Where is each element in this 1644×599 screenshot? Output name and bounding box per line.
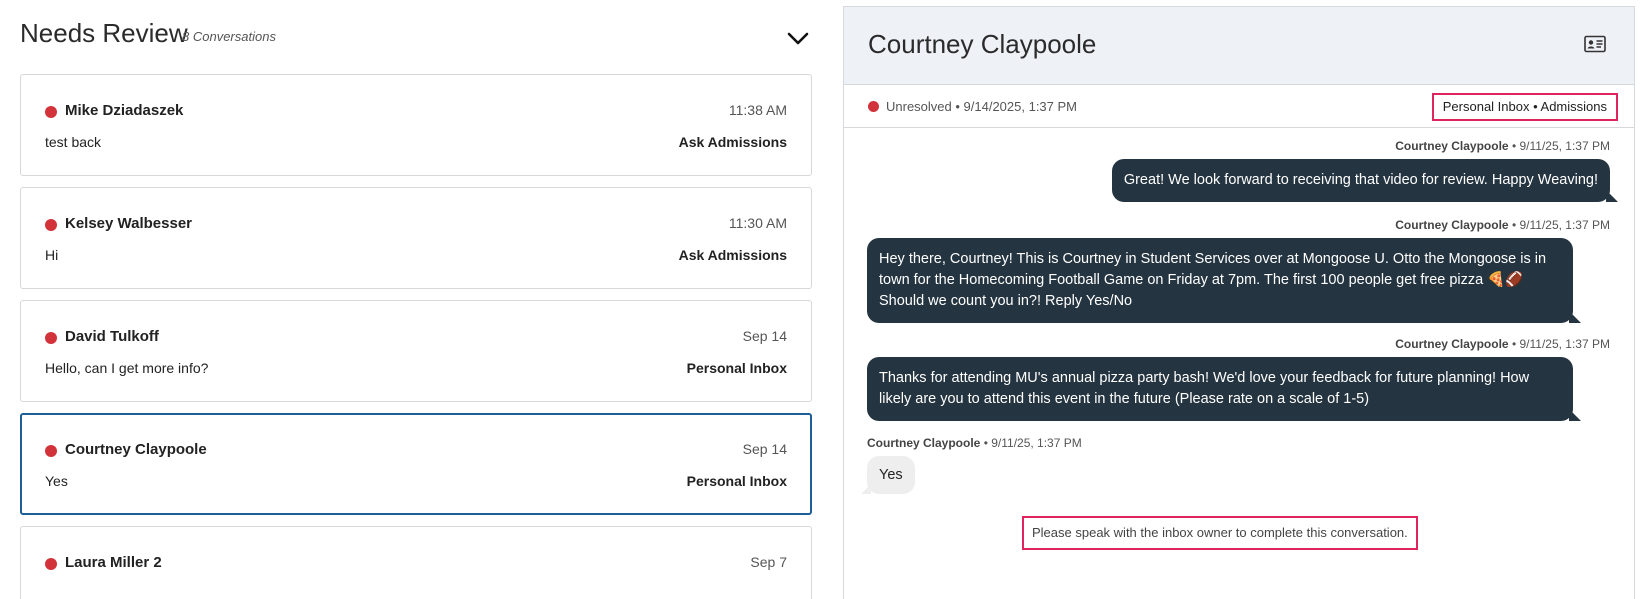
conversation-list-panel: Needs Review 8 Conversations Mike Dziada… <box>20 0 812 599</box>
contact-name: Mike Dziadaszek <box>65 102 184 119</box>
inbox-name: Personal Inbox <box>686 360 787 376</box>
contact-title: Courtney Claypoole <box>868 29 1097 59</box>
contact-name: Laura Miller 2 <box>65 554 162 571</box>
message-preview: Yes <box>45 473 68 489</box>
chevron-down-icon[interactable] <box>786 28 810 48</box>
message-preview: Hello, can I get more info? <box>45 360 209 376</box>
message-preview: Hi <box>45 247 59 263</box>
inbox-name: Personal Inbox <box>686 473 787 489</box>
message-sender: Courtney Claypoole <box>1395 337 1509 351</box>
inbox-name: Ask Admissions <box>678 134 787 150</box>
outgoing-message: Thanks for attending MU's annual pizza p… <box>867 357 1581 421</box>
message-time: Sep 7 <box>750 554 787 570</box>
message-timestamp: • 9/11/25, 1:37 PM <box>1511 218 1610 232</box>
message-timestamp: • 9/11/25, 1:37 PM <box>983 436 1082 450</box>
unresolved-status-dot <box>868 101 879 112</box>
message-meta: Courtney Claypoole • 9/11/25, 1:37 PM <box>1395 218 1610 232</box>
message-meta: Courtney Claypoole • 9/11/25, 1:37 PM <box>867 436 1082 450</box>
conversation-card[interactable]: Laura Miller 2 Sep 7 <box>20 526 812 599</box>
contact-name: Kelsey Walbesser <box>65 215 193 232</box>
contact-name: Courtney Claypoole <box>65 441 207 458</box>
unresolved-status-dot <box>45 558 57 570</box>
list-header: Needs Review 8 Conversations <box>20 16 812 56</box>
message-time: 11:30 AM <box>728 215 787 231</box>
conversation-card[interactable]: Mike Dziadaszek 11:38 AM test back Ask A… <box>20 74 812 176</box>
message-timestamp: • 9/11/25, 1:37 PM <box>1511 139 1610 153</box>
message-time: Sep 14 <box>742 328 787 344</box>
conversation-card[interactable]: Kelsey Walbesser 11:30 AM Hi Ask Admissi… <box>20 187 812 289</box>
detail-header: Courtney Claypoole <box>844 7 1634 85</box>
unresolved-status-dot <box>45 445 57 457</box>
conversation-detail-panel: Courtney Claypoole Unresolved • 9/14/202… <box>843 6 1635 599</box>
message-meta: Courtney Claypoole • 9/11/25, 1:37 PM <box>1395 139 1610 153</box>
message-sender: Courtney Claypoole <box>867 436 981 450</box>
contact-card-icon[interactable] <box>1584 35 1606 53</box>
inbox-tag: Personal Inbox • Admissions <box>1431 93 1618 121</box>
inbox-owner-notice: Please speak with the inbox owner to com… <box>1022 516 1418 550</box>
conversation-status-bar: Unresolved • 9/14/2025, 1:37 PM Personal… <box>844 86 1634 128</box>
message-time: 11:38 AM <box>728 102 787 118</box>
conversation-card[interactable]: David Tulkoff Sep 14 Hello, can I get mo… <box>20 300 812 402</box>
conversation-card-selected[interactable]: Courtney Claypoole Sep 14 Yes Personal I… <box>20 413 812 515</box>
inbox-name: Ask Admissions <box>678 247 787 263</box>
unresolved-status-dot <box>45 106 57 118</box>
incoming-message: Yes <box>861 456 915 494</box>
status-text: Unresolved • 9/14/2025, 1:37 PM <box>886 99 1078 114</box>
message-preview: test back <box>45 134 102 150</box>
message-time: Sep 14 <box>742 441 787 457</box>
message-sender: Courtney Claypoole <box>1395 218 1509 232</box>
unresolved-status-dot <box>45 332 57 344</box>
message-sender: Courtney Claypoole <box>1395 139 1509 153</box>
outgoing-message: Hey there, Courtney! This is Courtney in… <box>867 238 1581 323</box>
message-timestamp: • 9/11/25, 1:37 PM <box>1511 337 1610 351</box>
outgoing-message: Great! We look forward to receiving that… <box>1111 159 1619 202</box>
list-title: Needs Review <box>20 18 188 48</box>
contact-name: David Tulkoff <box>65 328 159 345</box>
message-meta: Courtney Claypoole • 9/11/25, 1:37 PM <box>1395 337 1610 351</box>
conversation-count: 8 Conversations <box>182 29 276 44</box>
unresolved-status-dot <box>45 219 57 231</box>
